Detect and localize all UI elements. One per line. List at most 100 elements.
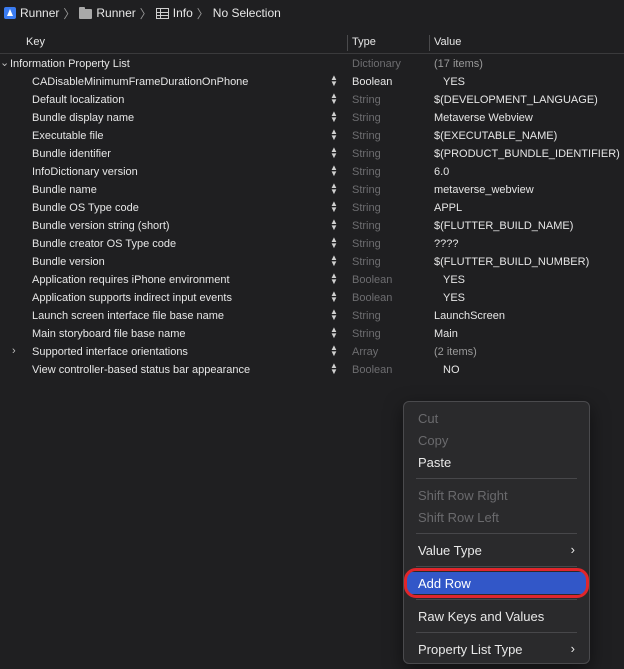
column-header-type[interactable]: Type [352, 36, 376, 48]
row-type[interactable]: String [352, 256, 381, 268]
row-type[interactable]: Boolean [352, 274, 392, 286]
row-type[interactable]: String [352, 148, 381, 160]
row-type: Dictionary [352, 58, 401, 70]
row-key: Information Property List [10, 58, 130, 70]
table-row-root[interactable]: ⌄ Information Property List Dictionary (… [0, 55, 624, 73]
table-row[interactable]: Bundle identifier ▲ ▼ String $(PRODUCT_BU… [0, 145, 624, 163]
row-type[interactable]: Boolean [352, 364, 392, 376]
row-type[interactable]: Array [352, 346, 378, 358]
row-value[interactable]: $(PRODUCT_BUNDLE_IDENTIFIER) [434, 148, 620, 160]
disclosure-closed-icon[interactable]: › [12, 345, 16, 357]
row-type[interactable]: String [352, 130, 381, 142]
key-stepper-icon[interactable]: ▲ ▼ [329, 344, 339, 359]
row-type[interactable]: String [352, 202, 381, 214]
table-row[interactable]: Bundle version ▲ ▼ String $(FLUTTER_BUILD… [0, 253, 624, 271]
row-type[interactable]: String [352, 184, 381, 196]
key-stepper-icon[interactable]: ▲ ▼ [329, 362, 339, 377]
chevron-right-icon: 〉 [196, 6, 209, 21]
row-value[interactable]: 6.0 [434, 166, 449, 178]
row-type[interactable]: String [352, 310, 381, 322]
table-row[interactable]: Bundle OS Type code ▲ ▼ String APPL [0, 199, 624, 217]
row-key: InfoDictionary version [32, 166, 138, 178]
menu-item-cut: Cut [418, 411, 439, 426]
key-stepper-icon[interactable]: ▲ ▼ [329, 236, 339, 251]
row-key: Bundle OS Type code [32, 202, 139, 214]
row-type[interactable]: String [352, 112, 381, 124]
key-stepper-icon[interactable]: ▲ ▼ [329, 164, 339, 179]
row-value[interactable]: Main [434, 328, 458, 340]
key-stepper-icon[interactable]: ▲ ▼ [329, 218, 339, 233]
table-row[interactable]: Bundle display name ▲ ▼ String Metaverse … [0, 109, 624, 127]
key-stepper-icon[interactable]: ▲ ▼ [329, 146, 339, 161]
breadcrumb-folder[interactable]: Runner [79, 6, 136, 20]
row-type[interactable]: String [352, 328, 381, 340]
key-stepper-icon[interactable]: ▲ ▼ [329, 326, 339, 341]
key-stepper-icon[interactable]: ▲ ▼ [329, 308, 339, 323]
key-stepper-icon[interactable]: ▲ ▼ [329, 254, 339, 269]
table-row[interactable]: Bundle creator OS Type code ▲ ▼ String ??… [0, 235, 624, 253]
table-row[interactable]: Application requires iPhone environment … [0, 271, 624, 289]
annotation-highlight-ring [404, 568, 589, 598]
breadcrumb-file-label: Info [172, 6, 193, 20]
disclosure-open-icon[interactable]: ⌄ [0, 56, 9, 69]
column-header-value[interactable]: Value [434, 36, 461, 48]
table-row[interactable]: Default localization ▲ ▼ String $(DEVELOP… [0, 91, 624, 109]
row-type[interactable]: Boolean [352, 292, 392, 304]
row-value[interactable]: YES [443, 292, 465, 304]
table-row[interactable]: Bundle name ▲ ▼ String metaverse_webview [0, 181, 624, 199]
row-type[interactable]: String [352, 94, 381, 106]
row-type[interactable]: String [352, 166, 381, 178]
breadcrumb-file[interactable]: Info [155, 6, 193, 20]
table-row[interactable]: Application supports indirect input even… [0, 289, 624, 307]
key-stepper-icon[interactable]: ▲ ▼ [329, 290, 339, 305]
key-stepper-icon[interactable]: ▲ ▼ [329, 200, 339, 215]
breadcrumb-selection-label: No Selection [212, 6, 281, 20]
row-value[interactable]: YES [443, 76, 465, 88]
key-stepper-icon[interactable]: ▲ ▼ [329, 74, 339, 89]
key-stepper-icon[interactable]: ▲ ▼ [329, 110, 339, 125]
column-divider[interactable] [347, 35, 348, 51]
row-value: (2 items) [434, 346, 477, 358]
row-key: Application requires iPhone environment [32, 274, 230, 286]
row-value[interactable]: NO [443, 364, 460, 376]
row-value[interactable]: $(DEVELOPMENT_LANGUAGE) [434, 94, 598, 106]
row-key: Bundle identifier [32, 148, 111, 160]
breadcrumb-project[interactable]: Runner [4, 6, 59, 20]
menu-separator [416, 566, 577, 567]
row-type[interactable]: Boolean [352, 76, 392, 88]
column-header-key[interactable]: Key [26, 36, 45, 48]
breadcrumb-selection[interactable]: No Selection [213, 6, 281, 20]
table-row[interactable]: Executable file ▲ ▼ String $(EXECUTABLE_N… [0, 127, 624, 145]
table-row[interactable]: InfoDictionary version ▲ ▼ String 6.0 [0, 163, 624, 181]
row-type[interactable]: String [352, 238, 381, 250]
row-value[interactable]: APPL [434, 202, 462, 214]
row-value[interactable]: $(FLUTTER_BUILD_NUMBER) [434, 256, 589, 268]
key-stepper-icon[interactable]: ▲ ▼ [329, 92, 339, 107]
menu-item-paste[interactable]: Paste [418, 455, 451, 470]
row-value[interactable]: $(EXECUTABLE_NAME) [434, 130, 557, 142]
table-row[interactable]: CADisableMinimumFrameDurationOnPhone ▲ ▼ … [0, 73, 624, 91]
column-divider[interactable] [429, 35, 430, 51]
menu-item-value-type[interactable]: Value Type [418, 543, 482, 558]
row-value[interactable]: metaverse_webview [434, 184, 534, 196]
row-key: Default localization [32, 94, 125, 106]
row-value[interactable]: LaunchScreen [434, 310, 505, 322]
row-value[interactable]: ???? [434, 238, 458, 250]
table-row[interactable]: Bundle version string (short) ▲ ▼ String … [0, 217, 624, 235]
row-value[interactable]: YES [443, 274, 465, 286]
key-stepper-icon[interactable]: ▲ ▼ [329, 272, 339, 287]
table-row[interactable]: View controller-based status bar appeara… [0, 361, 624, 379]
table-row[interactable]: Main storyboard file base name ▲ ▼ String… [0, 325, 624, 343]
row-value[interactable]: $(FLUTTER_BUILD_NAME) [434, 220, 573, 232]
folder-icon [79, 6, 93, 19]
key-stepper-icon[interactable]: ▲ ▼ [329, 128, 339, 143]
menu-item-property-list-type[interactable]: Property List Type [418, 642, 523, 657]
row-key: Bundle version string (short) [32, 220, 170, 232]
row-key: Bundle name [32, 184, 97, 196]
table-row[interactable]: › Supported interface orientations ▲ ▼ Ar… [0, 343, 624, 361]
table-row[interactable]: Launch screen interface file base name ▲… [0, 307, 624, 325]
menu-item-raw-keys-and-values[interactable]: Raw Keys and Values [418, 609, 544, 624]
row-type[interactable]: String [352, 220, 381, 232]
key-stepper-icon[interactable]: ▲ ▼ [329, 182, 339, 197]
row-value[interactable]: Metaverse Webview [434, 112, 533, 124]
